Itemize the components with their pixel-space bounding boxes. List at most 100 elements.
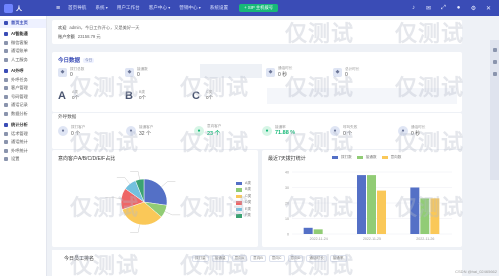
sidebar-item[interactable]: 通话统计 xyxy=(0,138,46,147)
customer-pie-chart xyxy=(105,171,181,233)
today-tag: 今日 xyxy=(83,57,95,63)
legend-swatch xyxy=(236,214,242,218)
call-stat: ● 意向客户 23 个 xyxy=(194,124,262,137)
pie-leader-line xyxy=(116,177,130,185)
legend-item[interactable]: F类 xyxy=(236,213,251,220)
sidebar-group[interactable]: 统计分析 xyxy=(0,120,46,129)
stat-card: ◆ 拨打总数 0 xyxy=(58,66,125,78)
staff-rank-panel: 今日员工排名 拨打量 接通量 意向A 意向B 意向C 意向D 通话时长 接通率 xyxy=(52,250,462,276)
rank-tab[interactable]: 通话时长 xyxy=(306,255,327,262)
logo[interactable]: 人 xyxy=(0,3,56,13)
user-icon: ● xyxy=(126,125,136,136)
settings-icon[interactable]: ⚙ xyxy=(469,4,478,13)
sidebar-item[interactable]: 首页主页 xyxy=(0,19,46,28)
top-nav-item[interactable]: 营销中心 xyxy=(179,5,201,11)
today-title: 今日数据 今日 xyxy=(58,56,95,64)
sidebar-item[interactable]: 外呼任务 xyxy=(0,75,46,84)
bar[interactable] xyxy=(367,175,376,234)
call-stat-text: 接通率 71.88 % xyxy=(275,125,295,136)
top-nav-item[interactable]: 用户工作台 xyxy=(117,5,140,11)
top-nav-item[interactable]: 客户中心 xyxy=(149,5,171,11)
sidebar-item[interactable]: 客户管理 xyxy=(0,84,46,93)
stat-value: 0 xyxy=(345,71,348,78)
user-plus-icon: ● xyxy=(194,125,204,136)
sidebar-label: 设置 xyxy=(11,156,20,162)
bar[interactable] xyxy=(430,198,440,234)
clock-icon: ● xyxy=(398,125,408,136)
stat-value: 0 xyxy=(137,71,140,78)
rank-tab[interactable]: 接通量 xyxy=(211,255,229,262)
bar[interactable] xyxy=(313,229,323,234)
level-text: A类 0个 xyxy=(72,90,79,101)
call-stats-panel: 外呼数据 ● 拨打客户 0 个 ● 接通客户 32 个 ● 意向客户 23 个 ● 接通率 71.88… xyxy=(52,113,462,149)
balance-value: 23158.79 元 xyxy=(77,33,101,39)
call-stat-value: 0 个 xyxy=(343,130,353,137)
pie-leader-line xyxy=(130,171,140,180)
legend-swatch xyxy=(236,188,242,192)
bar[interactable] xyxy=(303,227,313,234)
rail-icon[interactable] xyxy=(492,48,497,52)
stat-text: 接通数 0 xyxy=(137,67,148,78)
level-card: A A类 0个 xyxy=(54,85,121,106)
level-value: 0个 xyxy=(72,95,80,100)
avatar[interactable]: ● xyxy=(454,4,463,13)
rank-tab[interactable]: 意向A xyxy=(231,255,248,262)
bar[interactable] xyxy=(410,187,420,235)
bell-icon[interactable]: ♪ xyxy=(409,4,418,13)
trend-bar-chart: 0 10 20 30 40 2022-11-24 2022-11-25 2022-11-26 xyxy=(285,170,452,241)
call-stat-label: 通话时长 xyxy=(411,124,426,129)
sidebar-item[interactable]: 号码管理 xyxy=(0,93,46,102)
close-icon[interactable]: ✕ xyxy=(484,4,493,13)
bar[interactable] xyxy=(357,175,366,234)
top-nav-item[interactable]: 系统 xyxy=(95,5,107,11)
legend-swatch xyxy=(236,207,242,211)
sidebar-item[interactable]: 话术管理 xyxy=(0,129,46,138)
top-nav-item[interactable]: 系统设置 xyxy=(210,5,228,11)
pie-slice[interactable] xyxy=(143,178,168,206)
calendar-icon: ◆ xyxy=(333,67,342,77)
rank-tab[interactable]: 接通率 xyxy=(329,255,347,262)
sidebar-item[interactable]: 设置 xyxy=(0,155,46,164)
x-tick-label: 2022-11-24 xyxy=(310,237,328,241)
call-stat-text: 意向客户 23 个 xyxy=(207,124,221,137)
sidebar-item[interactable]: 通话记录 xyxy=(0,101,46,110)
bar[interactable] xyxy=(377,190,386,234)
sidebar-item[interactable]: 外呼统计 xyxy=(0,147,46,156)
top-nav-item[interactable]: 首页导航 xyxy=(68,5,86,11)
level-card: B B类 0个 xyxy=(121,85,188,106)
welcome-text: admin，今日工作开心，又是美好一天 xyxy=(69,24,140,30)
bar[interactable] xyxy=(420,198,430,234)
call-stat-text: 接通客户 32 个 xyxy=(139,125,153,137)
rank-tab[interactable]: 拨打量 xyxy=(192,255,209,262)
rank-tab[interactable]: 意向D xyxy=(287,255,304,262)
menu-icon xyxy=(4,140,8,145)
top-nav: 首页导航 系统 用户工作台 客户中心 营销中心 系统设置 xyxy=(68,5,237,11)
sidebar-label: 通话统计 xyxy=(11,139,28,145)
legend-label: D类 xyxy=(245,200,252,205)
rail-icon[interactable] xyxy=(492,60,497,64)
pie-leader-line xyxy=(130,224,140,233)
rail-icon[interactable] xyxy=(492,72,497,76)
sip-dial-button[interactable]: + SIP 主机拨号 xyxy=(239,4,279,12)
balance-label: 账户余额 xyxy=(58,33,75,39)
today-data-panel: 今日数据 今日 ◆ 拨打总数 0 ◆ 接通数 0 ◆ 通话时长 0 秒 ◆ 总计时长 0 A A类 0个 B… xyxy=(52,52,462,112)
rank-tab[interactable]: 意向C xyxy=(268,255,285,262)
sidebar-label: 微信客服 xyxy=(11,39,28,45)
legend-label: B类 xyxy=(245,187,251,192)
expand-icon[interactable]: ⤢ xyxy=(439,4,448,13)
message-icon[interactable]: ✉ xyxy=(424,4,433,13)
sidebar-group[interactable]: AI外呼 xyxy=(0,66,46,75)
menu-toggle-icon[interactable]: ≡ xyxy=(56,5,64,12)
sidebar-group[interactable]: AI智能通 xyxy=(0,30,46,39)
level-text: B类 0个 xyxy=(139,90,146,101)
sidebar-label: 统计分析 xyxy=(11,121,28,127)
percent-icon: ● xyxy=(262,125,272,136)
sidebar-item[interactable]: 人工服务 xyxy=(0,56,46,65)
rank-tab[interactable]: 意向B xyxy=(250,255,266,262)
sidebar-label: 通话记录 xyxy=(11,102,28,108)
sidebar-item[interactable]: 微信客服 xyxy=(0,39,46,48)
menu-icon xyxy=(4,157,8,162)
menu-icon xyxy=(4,94,8,99)
sidebar-item[interactable]: 数据分析 xyxy=(0,110,46,119)
sidebar-item[interactable]: 通话账单 xyxy=(0,47,46,56)
